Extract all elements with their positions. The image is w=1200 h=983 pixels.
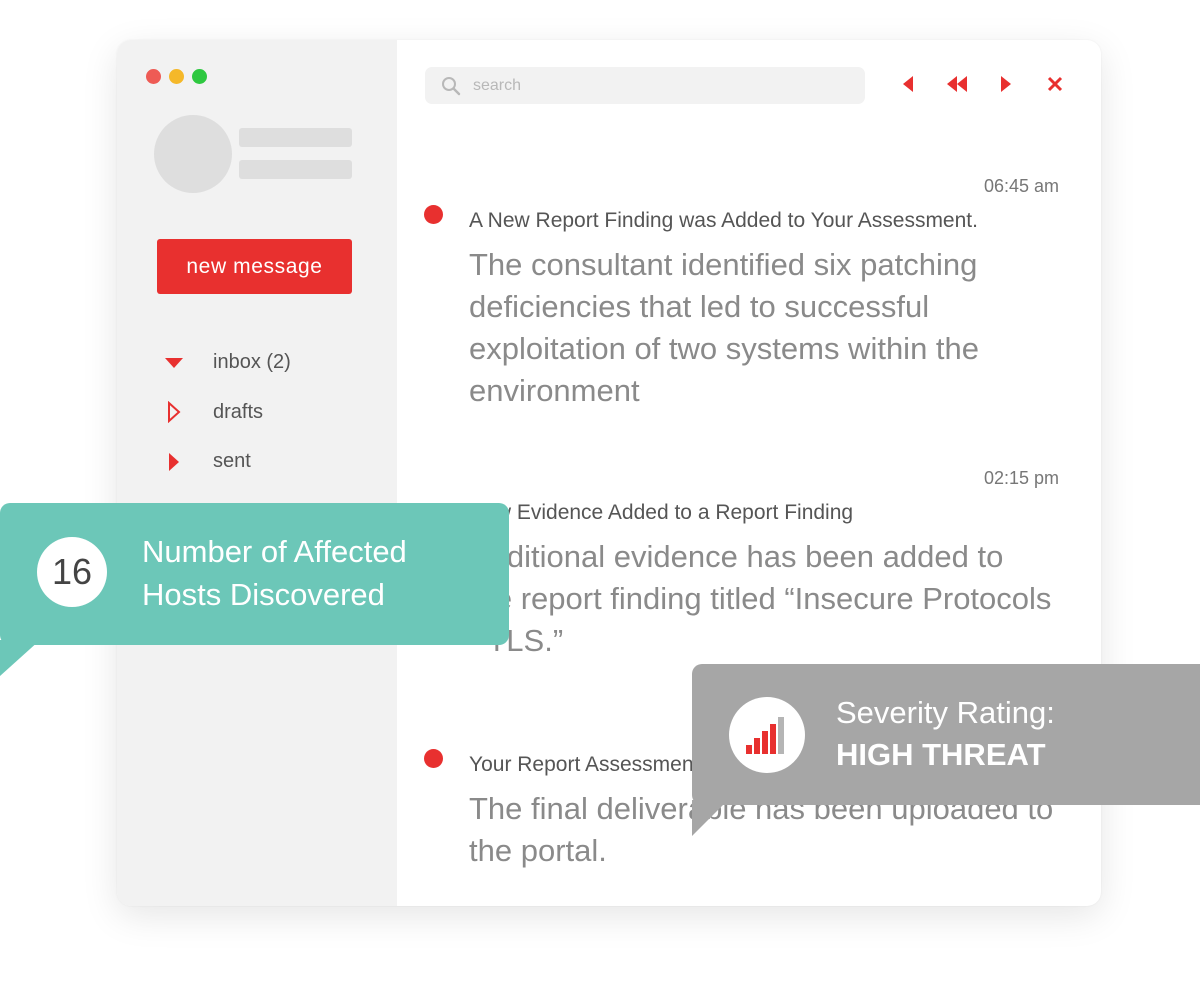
previous-icon	[902, 75, 914, 98]
minimize-window-button[interactable]	[169, 69, 184, 84]
affected-hosts-count: 16	[37, 537, 107, 607]
message-title: New Evidence Added to a Report Finding	[469, 501, 854, 524]
sidebar-item-label: sent	[213, 450, 251, 473]
search-icon	[441, 76, 461, 96]
severity-label: Severity Rating:	[836, 695, 1055, 730]
message-time: 02:15 pm	[983, 468, 1059, 488]
sidebar-item-drafts[interactable]: drafts	[162, 388, 291, 438]
rewind-button[interactable]	[944, 73, 970, 99]
previous-button[interactable]	[895, 73, 921, 99]
severity-value: HIGH THREAT	[836, 737, 1046, 772]
message-toolbar	[895, 73, 1091, 99]
next-icon	[1000, 75, 1012, 98]
signal-bars-icon	[729, 697, 805, 773]
callout-tail	[692, 800, 728, 836]
close-window-button[interactable]	[146, 69, 161, 84]
search-placeholder: search	[473, 76, 522, 94]
close-button[interactable]	[1042, 73, 1068, 99]
affected-hosts-label: Number of Affected Hosts Discovered	[142, 534, 407, 612]
triangle-down-filled-icon	[162, 351, 186, 375]
message-time: 06:45 am	[983, 176, 1059, 196]
callout-tail	[0, 640, 40, 676]
sidebar: new message inbox (2) drafts sent	[117, 40, 397, 906]
sidebar-item-inbox[interactable]: inbox (2)	[162, 338, 291, 388]
sidebar-item-sent[interactable]: sent	[162, 437, 291, 487]
severity-text: Severity Rating: HIGH THREAT	[836, 692, 1055, 776]
unread-indicator	[424, 205, 443, 224]
window-controls	[146, 69, 207, 84]
sidebar-item-label: drafts	[213, 400, 264, 423]
message-body: Additional evidence has been added to th…	[469, 539, 1052, 658]
search-input[interactable]: search	[425, 67, 865, 104]
close-icon	[1046, 75, 1064, 98]
triangle-right-outline-icon	[162, 400, 186, 424]
avatar	[154, 115, 232, 193]
new-message-button[interactable]: new message	[157, 239, 352, 294]
message-body: The consultant identified six patching d…	[469, 247, 980, 408]
rewind-icon	[946, 75, 968, 98]
next-button[interactable]	[993, 73, 1019, 99]
user-name-placeholder	[239, 128, 352, 147]
unread-indicator	[424, 749, 443, 768]
triangle-right-filled-icon	[162, 450, 186, 474]
message-title: Your Report Assessment	[469, 753, 700, 776]
user-email-placeholder	[239, 160, 352, 179]
maximize-window-button[interactable]	[192, 69, 207, 84]
sidebar-item-label: inbox (2)	[213, 351, 291, 374]
message-title: A New Report Finding was Added to Your A…	[469, 209, 978, 232]
